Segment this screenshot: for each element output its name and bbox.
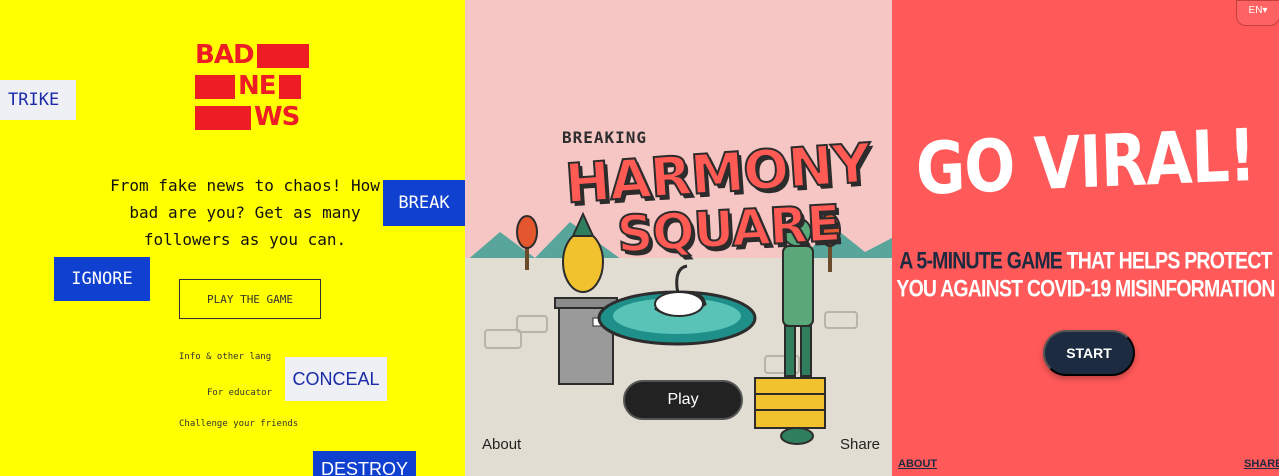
strike-tag: TRIKE xyxy=(0,80,76,120)
language-selector[interactable]: EN▾ xyxy=(1236,0,1279,26)
game-description: From fake news to chaos! How bad are you… xyxy=(75,172,415,253)
logo-word-2: NE xyxy=(238,71,277,101)
harmony-share-link[interactable]: Share xyxy=(840,436,880,453)
plant-pot-icon xyxy=(780,427,814,445)
ignore-tag: IGNORE xyxy=(54,257,150,301)
description-line: followers as you can. xyxy=(143,230,347,249)
logo-bar xyxy=(195,74,235,99)
logo-bar xyxy=(278,74,301,99)
pineapple-leaves xyxy=(571,211,595,237)
info-languages-link[interactable]: Info & other lang xyxy=(179,352,271,362)
logo-word-3: WS xyxy=(254,102,300,132)
challenge-friends-link[interactable]: Challenge your friends xyxy=(179,419,298,429)
break-tag: BREAK xyxy=(383,180,465,226)
tree-icon xyxy=(516,215,538,249)
bad-news-logo: BAD NE WS xyxy=(195,40,309,134)
character-body xyxy=(782,245,814,327)
description-line: bad are you? Get as many xyxy=(129,203,361,222)
character-leg xyxy=(800,325,812,377)
go-viral-subtitle-line-2: YOU AGAINST COVID-19 MISINFORMATION xyxy=(896,275,1275,303)
start-button[interactable]: START xyxy=(1043,330,1135,376)
harmony-play-button[interactable]: Play xyxy=(623,380,743,420)
destroy-tag: DESTROY xyxy=(313,451,416,476)
go-viral-title: GO VIRAL! xyxy=(914,113,1257,213)
harmony-about-link[interactable]: About xyxy=(482,436,521,453)
swan-icon xyxy=(654,291,704,317)
description-line: From fake news to chaos! How xyxy=(110,176,380,195)
chevron-down-icon: ▾ xyxy=(1262,5,1268,16)
logo-bar xyxy=(195,105,251,130)
character-leg xyxy=(784,325,796,377)
subtitle-text: THAT HELPS PROTECT xyxy=(1062,247,1273,275)
go-viral-about-link[interactable]: ABOUT xyxy=(898,458,937,470)
logo-word-1: BAD xyxy=(195,40,255,70)
subtitle-highlight: A 5-MINUTE GAME xyxy=(899,247,1063,275)
conceal-tag: CONCEAL xyxy=(285,357,387,401)
bad-news-panel: BAD NE WS TRIKE From fake news to chaos!… xyxy=(0,0,465,476)
play-the-game-button[interactable]: PLAY THE GAME xyxy=(179,279,321,319)
crate-icon xyxy=(754,377,826,429)
educators-link[interactable]: For educator xyxy=(207,388,272,398)
logo-bar xyxy=(256,43,309,68)
square-title: SQUARE xyxy=(615,193,843,265)
pineapple-icon xyxy=(562,231,604,293)
go-viral-subtitle-line-1: A 5-MINUTE GAME THAT HELPS PROTECT xyxy=(892,247,1279,276)
go-viral-share-link[interactable]: SHARE xyxy=(1244,458,1279,470)
go-viral-panel: EN▾ GO VIRAL! A 5-MINUTE GAME THAT HELPS… xyxy=(892,0,1279,476)
breaking-label: BREAKING xyxy=(562,128,648,147)
harmony-square-panel: BREAKING HARMONY SQUARE Play About Share xyxy=(465,0,892,476)
language-label: EN xyxy=(1248,5,1263,16)
